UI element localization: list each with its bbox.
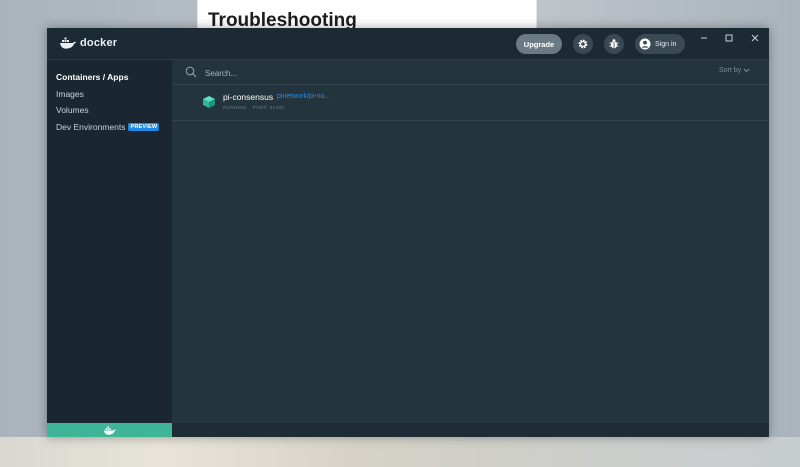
background-document: Troubleshooting <box>198 0 536 31</box>
chevron-down-icon <box>743 68 750 73</box>
sidebar-item-label: Volumes <box>56 105 89 115</box>
user-icon <box>639 38 651 50</box>
minimize-icon <box>701 37 707 39</box>
container-row[interactable]: pi-consensus pinetwork/pi-no... RUNNING … <box>172 85 769 121</box>
preview-badge: PREVIEW <box>128 123 160 131</box>
sidebar-item-dev-environments[interactable]: Dev Environments PREVIEW <box>56 122 160 132</box>
gear-icon <box>578 39 588 49</box>
sidebar-item-images[interactable]: Images <box>56 89 84 99</box>
close-button[interactable] <box>748 31 762 45</box>
search-icon <box>185 66 197 78</box>
close-icon <box>751 34 759 42</box>
sidebar-item-label: Images <box>56 89 84 99</box>
sign-in-button[interactable]: Sign in <box>635 34 685 54</box>
bug-icon <box>609 39 619 49</box>
background-desktop <box>0 437 800 467</box>
container-cube-icon <box>203 96 215 108</box>
whale-icon <box>60 37 76 49</box>
sort-by-dropdown[interactable]: Sort by <box>719 67 750 74</box>
logo-text: docker <box>80 37 118 49</box>
minimize-button[interactable] <box>697 31 711 45</box>
sign-in-label: Sign in <box>655 40 677 48</box>
whale-icon <box>103 425 116 435</box>
sidebar-item-containers-apps[interactable]: Containers / Apps <box>56 72 128 82</box>
container-meta: RUNNING PORT: 31400 <box>223 105 284 110</box>
sidebar: Containers / Apps Images Volumes Dev Env… <box>47 60 172 423</box>
maximize-button[interactable] <box>722 31 736 45</box>
container-name: pi-consensus <box>223 92 274 102</box>
maximize-icon <box>725 34 733 42</box>
docker-engine-status[interactable] <box>47 423 172 437</box>
sort-by-label: Sort by <box>719 67 742 74</box>
container-status: RUNNING <box>223 105 247 110</box>
sidebar-item-volumes[interactable]: Volumes <box>56 105 89 115</box>
settings-button[interactable] <box>573 34 593 54</box>
container-image-link[interactable]: pinetwork/pi-no... <box>277 93 330 100</box>
docker-logo: docker <box>59 37 117 49</box>
title-bar: docker Upgrade Sign in <box>47 28 769 60</box>
upgrade-button[interactable]: Upgrade <box>516 34 562 54</box>
troubleshoot-button[interactable] <box>604 34 624 54</box>
sidebar-item-label: Containers / Apps <box>56 72 129 82</box>
status-bar <box>172 423 769 437</box>
container-port: PORT: 31400 <box>252 105 285 110</box>
main-content: Sort by pi-consensus pinetwork/pi-no... … <box>172 60 769 423</box>
sidebar-item-label: Dev Environments <box>56 122 126 132</box>
search-bar: Sort by <box>172 60 769 85</box>
search-input[interactable] <box>205 66 505 80</box>
docker-desktop-window: docker Upgrade Sign in Containers / Apps… <box>47 28 769 437</box>
